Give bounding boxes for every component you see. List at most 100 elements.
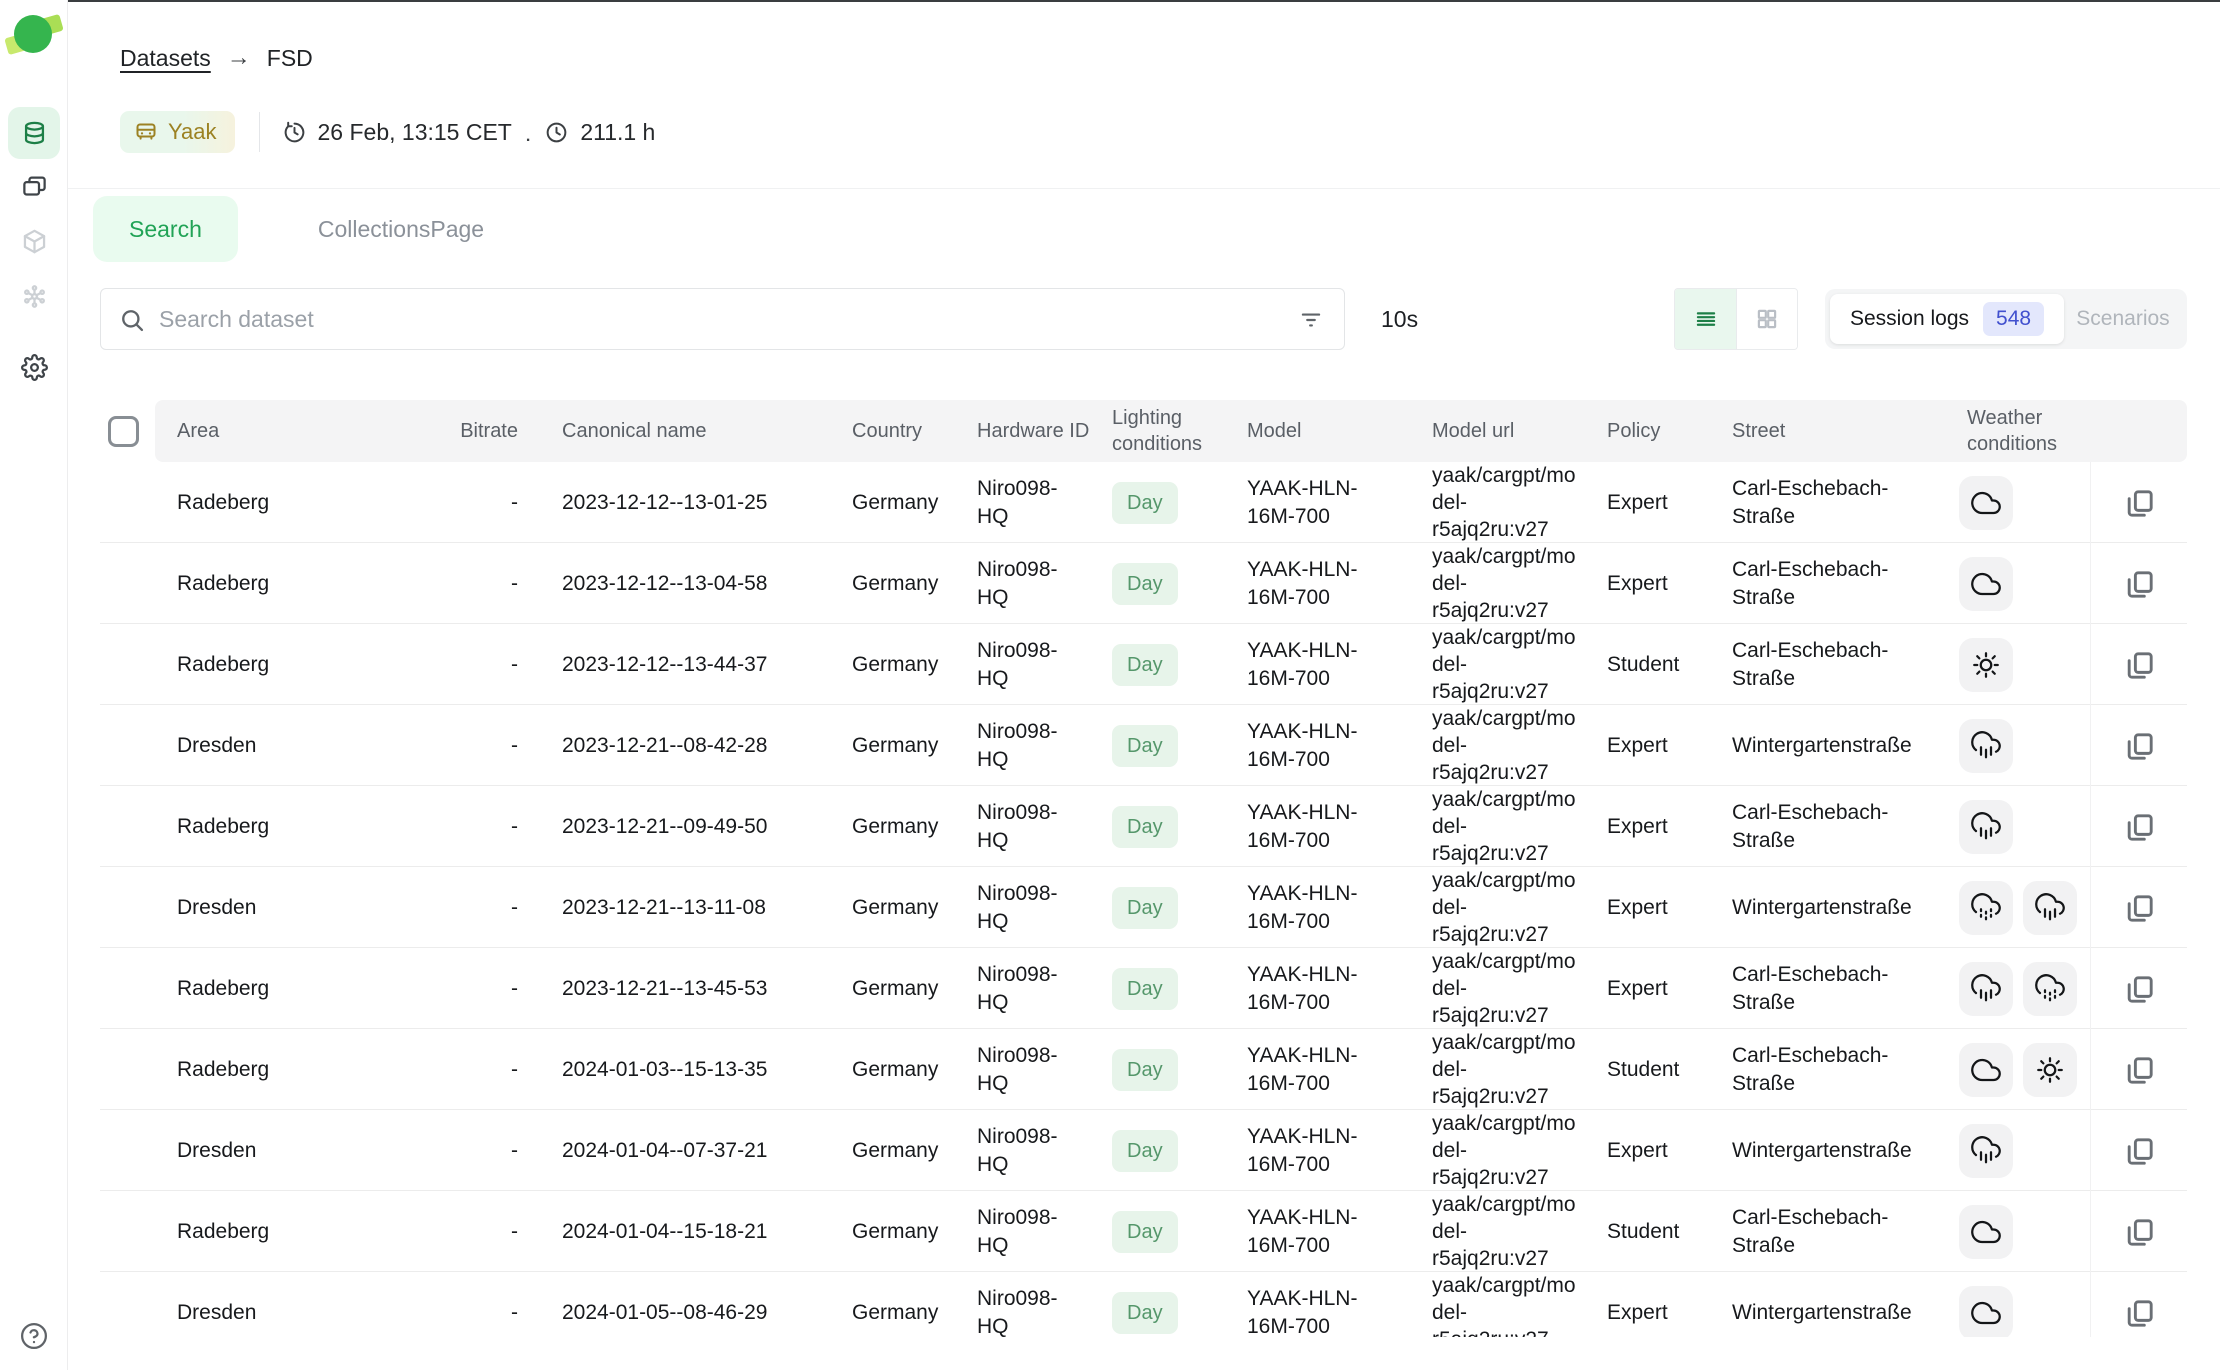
- grid-icon: [1754, 306, 1780, 332]
- cell-hardware-id: Niro098-HQ: [955, 1285, 1090, 1337]
- col-header-street[interactable]: Street: [1710, 418, 1945, 444]
- cell-model-url: yaak/cargpt/model-r5ajq2ru:v27: [1410, 705, 1585, 787]
- cell-weather: [1945, 800, 2090, 854]
- table-row[interactable]: Radeberg - 2024-01-03--15-13-35 Germany …: [100, 1029, 2187, 1110]
- table-header: Area Bitrate Canonical name Country Hard…: [100, 400, 2187, 462]
- copy-button[interactable]: [2117, 562, 2162, 607]
- table-row[interactable]: Radeberg - 2023-12-12--13-44-37 Germany …: [100, 624, 2187, 705]
- table-row[interactable]: Dresden - 2023-12-21--13-11-08 Germany N…: [100, 867, 2187, 948]
- copy-button[interactable]: [2117, 724, 2162, 769]
- cell-actions: [2090, 705, 2187, 787]
- table-row[interactable]: Radeberg - 2023-12-12--13-04-58 Germany …: [100, 543, 2187, 624]
- cell-weather: [1945, 881, 2090, 935]
- copy-button[interactable]: [2117, 1129, 2162, 1174]
- cell-model-url: yaak/cargpt/model-r5ajq2ru:v27: [1410, 1029, 1585, 1111]
- table-row[interactable]: Dresden - 2024-01-04--07-37-21 Germany N…: [100, 1110, 2187, 1191]
- recorded-at: 26 Feb, 13:15 CET: [282, 119, 512, 146]
- table-row[interactable]: Radeberg - 2023-12-12--13-01-25 Germany …: [100, 462, 2187, 543]
- filter-icon[interactable]: [1298, 307, 1324, 333]
- table-row[interactable]: Radeberg - 2024-01-04--15-18-21 Germany …: [100, 1191, 2187, 1272]
- app-logo[interactable]: [8, 10, 60, 62]
- copy-button[interactable]: [2117, 1048, 2162, 1093]
- cell-lighting: Day: [1090, 482, 1225, 524]
- table-row[interactable]: Dresden - 2024-01-05--08-46-29 Germany N…: [100, 1272, 2187, 1337]
- sun-icon: [1959, 638, 2013, 692]
- cell-area: Radeberg: [155, 1056, 440, 1084]
- cell-area: Radeberg: [155, 813, 440, 841]
- col-header-hardware-id[interactable]: Hardware ID: [955, 418, 1090, 444]
- session-logs-segment[interactable]: Session logs 548: [1830, 294, 2064, 344]
- cell-model-url: yaak/cargpt/model-r5ajq2ru:v27: [1410, 1191, 1585, 1273]
- copy-button[interactable]: [2117, 886, 2162, 931]
- cell-model-url: yaak/cargpt/model-r5ajq2ru:v27: [1410, 462, 1585, 544]
- copy-button[interactable]: [2117, 1210, 2162, 1255]
- breadcrumb-datasets-link[interactable]: Datasets: [120, 45, 211, 72]
- copy-button[interactable]: [2117, 967, 2162, 1012]
- cell-lighting: Day: [1090, 806, 1225, 848]
- search-icon: [118, 306, 146, 334]
- copy-icon: [2123, 811, 2156, 844]
- scenarios-segment[interactable]: Scenarios: [2064, 307, 2182, 331]
- sidebar-item-graph[interactable]: [8, 270, 60, 322]
- copy-button[interactable]: [2117, 481, 2162, 526]
- cell-weather: [1945, 1043, 2090, 1097]
- cell-bitrate: -: [440, 651, 540, 679]
- table-row[interactable]: Radeberg - 2023-12-21--13-45-53 Germany …: [100, 948, 2187, 1029]
- cell-actions: [2090, 624, 2187, 706]
- cell-street: Carl-Eschebach-Straße: [1710, 1042, 1945, 1098]
- rain-icon: [1959, 800, 2013, 854]
- grid-view-button[interactable]: [1736, 289, 1797, 349]
- copy-button[interactable]: [2117, 1291, 2162, 1336]
- list-view-button[interactable]: [1675, 289, 1736, 349]
- sidebar-item-packages[interactable]: [8, 215, 60, 267]
- database-icon: [21, 120, 48, 147]
- cloud-icon: [1959, 1043, 2013, 1097]
- cell-weather: [1945, 962, 2090, 1016]
- cell-bitrate: -: [440, 1056, 540, 1084]
- breadcrumb: Datasets → FSD: [120, 44, 2187, 72]
- col-header-model-url[interactable]: Model url: [1410, 418, 1585, 444]
- copy-button[interactable]: [2117, 805, 2162, 850]
- sidebar-item-datasets[interactable]: [8, 107, 60, 159]
- col-header-canonical-name[interactable]: Canonical name: [540, 418, 830, 444]
- col-header-country[interactable]: Country: [830, 418, 955, 444]
- help-button[interactable]: [19, 1321, 49, 1351]
- select-all-checkbox[interactable]: [108, 416, 139, 447]
- col-header-lighting-conditions[interactable]: Lighting conditions: [1090, 405, 1225, 457]
- cell-weather: [1945, 719, 2090, 773]
- cell-lighting: Day: [1090, 887, 1225, 929]
- cell-bitrate: -: [440, 813, 540, 841]
- tab-collections-page[interactable]: CollectionsPage: [282, 196, 520, 262]
- cell-model-url: yaak/cargpt/model-r5ajq2ru:v27: [1410, 786, 1585, 868]
- col-header-area[interactable]: Area: [155, 418, 440, 444]
- cell-weather: [1945, 1205, 2090, 1259]
- cell-bitrate: -: [440, 732, 540, 760]
- sidebar-item-collections[interactable]: [8, 159, 60, 211]
- cell-hardware-id: Niro098-HQ: [955, 1204, 1090, 1260]
- toolbar: 10s Session logs 548 Scenarios: [100, 288, 2187, 350]
- vehicle-badge[interactable]: Yaak: [120, 111, 235, 153]
- cell-policy: Expert: [1585, 1299, 1710, 1327]
- table-row[interactable]: Dresden - 2023-12-21--08-42-28 Germany N…: [100, 705, 2187, 786]
- tab-collections-page-label: CollectionsPage: [318, 216, 484, 243]
- tab-search[interactable]: Search: [93, 196, 238, 262]
- sidebar-item-settings[interactable]: [8, 341, 60, 393]
- cell-area: Radeberg: [155, 975, 440, 1003]
- table-row[interactable]: Radeberg - 2023-12-21--09-49-50 Germany …: [100, 786, 2187, 867]
- cell-lighting: Day: [1090, 1049, 1225, 1091]
- cloud-icon: [1959, 476, 2013, 530]
- cell-lighting: Day: [1090, 725, 1225, 767]
- col-header-policy[interactable]: Policy: [1585, 418, 1710, 444]
- tab-search-label: Search: [129, 216, 202, 243]
- copy-button[interactable]: [2117, 643, 2162, 688]
- col-header-model[interactable]: Model: [1225, 418, 1410, 444]
- search-input[interactable]: [101, 289, 1344, 349]
- rain-icon: [2023, 881, 2077, 935]
- table-body: Radeberg - 2023-12-12--13-01-25 Germany …: [100, 462, 2187, 1337]
- cell-policy: Expert: [1585, 732, 1710, 760]
- cell-policy: Expert: [1585, 570, 1710, 598]
- copy-icon: [2123, 487, 2156, 520]
- recorded-at-text: 26 Feb, 13:15 CET: [318, 119, 512, 146]
- col-header-bitrate[interactable]: Bitrate: [440, 418, 540, 444]
- col-header-weather-conditions[interactable]: Weather conditions: [1945, 405, 2090, 457]
